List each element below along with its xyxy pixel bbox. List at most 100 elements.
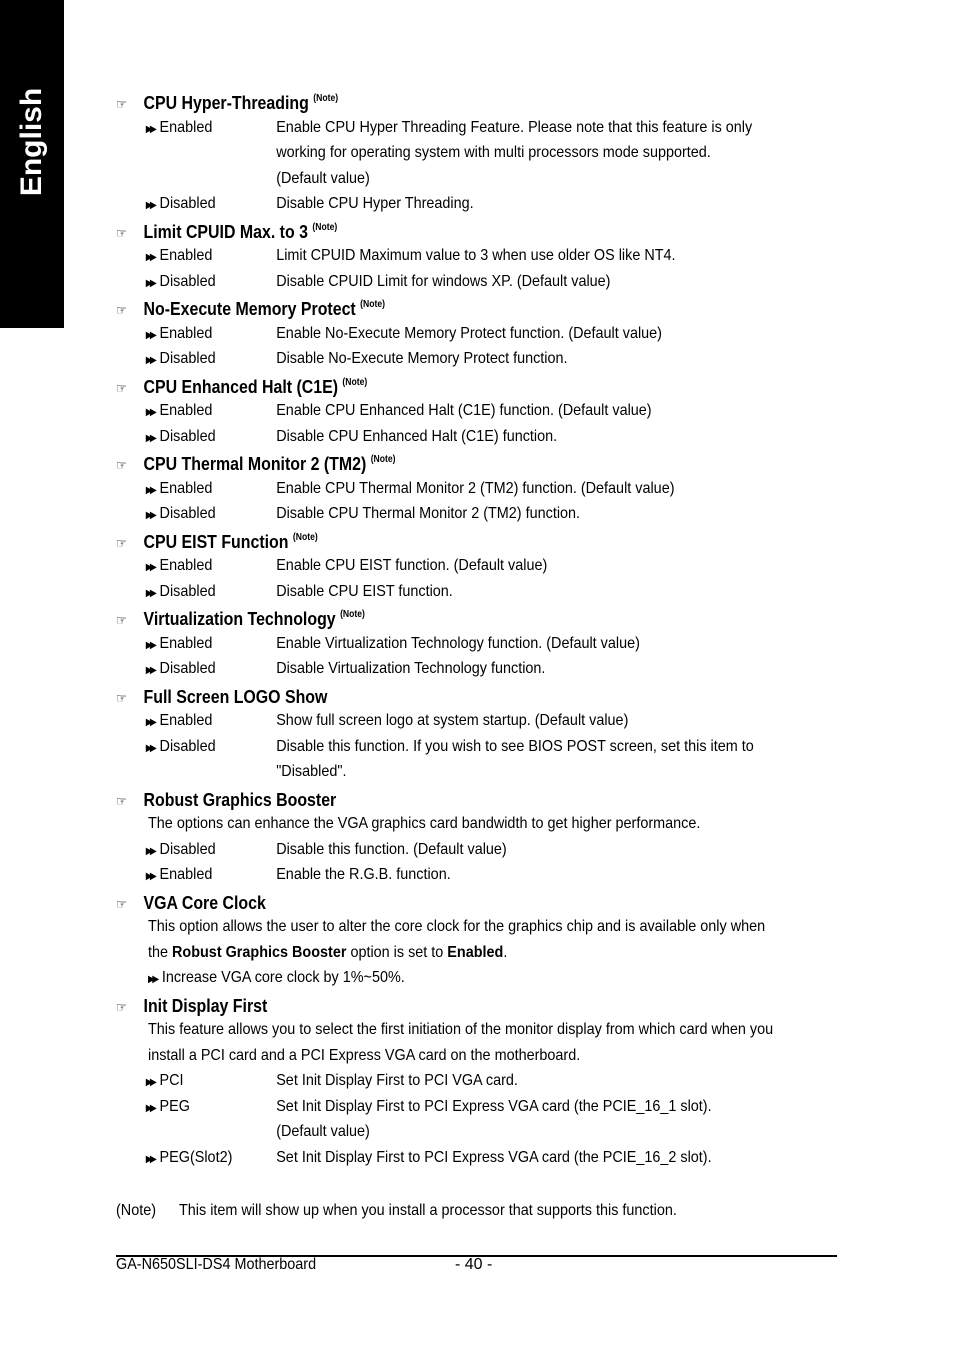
pointing-hand-icon: ☞ — [116, 612, 127, 628]
option-description: Set Init Display First to PCI VGA card. — [276, 1072, 518, 1089]
language-label: English — [15, 87, 48, 197]
section-title: CPU Enhanced Halt (C1E) — [143, 375, 339, 397]
double-arrow-icon: ▶▶ — [145, 123, 157, 135]
option-description: Disable CPU EIST function. — [276, 582, 453, 600]
section-heading: ☞ No-Execute Memory Protect (Note) — [116, 298, 385, 320]
footer-model: GA-N650SLI-DS4 Motherboard — [116, 1256, 317, 1273]
note-marker: (Note) — [360, 299, 385, 310]
section-heading: ☞ CPU EIST Function (Note) — [116, 531, 318, 553]
intro-text: the — [148, 943, 173, 961]
option-bullet: ▶▶ Increase VGA core clock by 1%~50%. — [148, 969, 405, 987]
pointing-hand-icon: ☞ — [116, 895, 127, 912]
note-marker: (Note) — [370, 454, 396, 465]
pointing-hand-icon: ☞ — [116, 534, 127, 551]
section-heading: ☞ Full Screen LOGO Show — [116, 686, 327, 708]
option-name: ▶▶ Enabled — [146, 712, 213, 730]
option-description: Enable CPU Thermal Monitor 2 (TM2) funct… — [276, 479, 675, 497]
option-name: ▶▶ Enabled — [146, 557, 213, 575]
section-intro: This option allows the user to alter the… — [148, 918, 766, 935]
option-value: Disabled — [159, 195, 216, 212]
footnote: (Note) This item will show up when you in… — [116, 1202, 677, 1220]
option-description: Disable CPU Thermal Monitor 2 (TM2) func… — [276, 505, 581, 522]
pointing-hand-icon: ☞ — [116, 224, 127, 241]
double-arrow-icon: ▶▶ — [145, 742, 157, 754]
option-description: Show full screen logo at system startup.… — [276, 712, 629, 729]
section-heading: ☞ CPU Hyper-Threading (Note) — [116, 92, 338, 114]
pointing-hand-icon: ☞ — [116, 998, 127, 1015]
double-arrow-icon: ▶▶ — [145, 845, 157, 857]
option-name: ▶▶ PEG(Slot2) — [146, 1149, 233, 1167]
option-description: Limit CPUID Maximum value to 3 when use … — [276, 247, 676, 264]
option-value: PEG(Slot2) — [159, 1148, 233, 1166]
option-name: ▶▶ Enabled — [146, 480, 213, 498]
option-value: Enabled — [159, 557, 213, 574]
double-arrow-icon: ▶▶ — [145, 665, 157, 676]
option-value: Disabled — [159, 660, 216, 677]
section-title: VGA Core Clock — [143, 891, 266, 913]
intro-text: option is set to — [346, 943, 448, 961]
double-arrow-icon: ▶▶ — [145, 329, 157, 341]
note-marker: (Note) — [312, 221, 338, 233]
double-arrow-icon: ▶▶ — [145, 277, 157, 289]
option-description: Disable CPU Hyper Threading. — [276, 195, 474, 212]
option-name: ▶▶ Disabled — [146, 660, 216, 678]
section-title: CPU Hyper-Threading — [143, 92, 309, 113]
option-value: PEG — [159, 1097, 190, 1115]
option-name: ▶▶ Disabled — [146, 505, 216, 523]
language-side-tab: English — [0, 0, 64, 328]
section-title: No-Execute Memory Protect — [143, 298, 356, 319]
option-value: Disabled — [159, 737, 216, 755]
footnote-text: This item will show up when you install … — [179, 1202, 677, 1219]
section-heading: ☞ Init Display First — [116, 995, 267, 1017]
section-title: CPU Thermal Monitor 2 (TM2) — [143, 453, 367, 474]
option-description: Enable CPU EIST function. (Default value… — [276, 557, 548, 574]
section-intro: the Robust Graphics Booster option is se… — [148, 944, 507, 962]
option-description: Disable CPU Enhanced Halt (C1E) function… — [276, 427, 558, 445]
option-name: ▶▶ Enabled — [146, 402, 213, 420]
option-name: ▶▶ Enabled — [146, 866, 213, 884]
option-description: Disable Virtualization Technology functi… — [276, 660, 546, 677]
option-name: ▶▶ PEG — [146, 1098, 190, 1116]
option-value: Disabled — [159, 350, 216, 367]
option-name: ▶▶ Enabled — [146, 119, 213, 137]
double-arrow-icon: ▶▶ — [145, 252, 157, 263]
option-name: ▶▶ Disabled — [146, 350, 216, 368]
pointing-hand-icon: ☞ — [116, 302, 127, 318]
option-description: Enable No-Execute Memory Protect functio… — [276, 324, 662, 342]
option-name: ▶▶ Enabled — [146, 325, 213, 343]
double-arrow-icon: ▶▶ — [145, 562, 157, 573]
bold-term: Enabled — [447, 943, 504, 961]
option-description: "Disabled". — [276, 763, 347, 780]
option-name: ▶▶ Enabled — [146, 247, 213, 265]
footnote-label: (Note) — [116, 1202, 157, 1219]
section-intro: The options can enhance the VGA graphics… — [148, 815, 701, 832]
note-marker: (Note) — [342, 376, 368, 388]
double-arrow-icon: ▶▶ — [148, 974, 159, 985]
section-title: Virtualization Technology — [143, 608, 336, 629]
double-arrow-icon: ▶▶ — [145, 432, 157, 444]
option-value: Enabled — [159, 712, 213, 729]
double-arrow-icon: ▶▶ — [145, 871, 157, 882]
section-intro: install a PCI card and a PCI Express VGA… — [148, 1046, 581, 1064]
double-arrow-icon: ▶▶ — [145, 717, 157, 728]
bold-term: Robust Graphics Booster — [172, 943, 347, 961]
double-arrow-icon: ▶▶ — [145, 407, 157, 418]
note-marker: (Note) — [313, 93, 339, 104]
option-description: Enable CPU Hyper Threading Feature. Plea… — [276, 118, 753, 136]
option-value: Enabled — [159, 479, 213, 497]
section-heading: ☞ CPU Thermal Monitor 2 (TM2) (Note) — [116, 453, 396, 475]
pointing-hand-icon: ☞ — [116, 689, 127, 706]
double-arrow-icon: ▶▶ — [145, 510, 157, 521]
page-number: - 40 - — [455, 1256, 493, 1273]
option-name: ▶▶ Disabled — [146, 195, 216, 213]
section-heading: ☞ Robust Graphics Booster — [116, 789, 336, 811]
section-heading: ☞ VGA Core Clock — [116, 892, 266, 914]
option-description: Enable the R.G.B. function. — [276, 866, 451, 883]
option-value: Enabled — [159, 402, 213, 419]
option-value: PCI — [159, 1072, 184, 1089]
note-marker: (Note) — [292, 531, 318, 543]
option-description: Enable Virtualization Technology functio… — [276, 634, 640, 652]
bullet-text: Increase VGA core clock by 1%~50%. — [161, 969, 405, 986]
section-title: Limit CPUID Max. to 3 — [143, 220, 308, 242]
option-value: Enabled — [159, 324, 213, 342]
